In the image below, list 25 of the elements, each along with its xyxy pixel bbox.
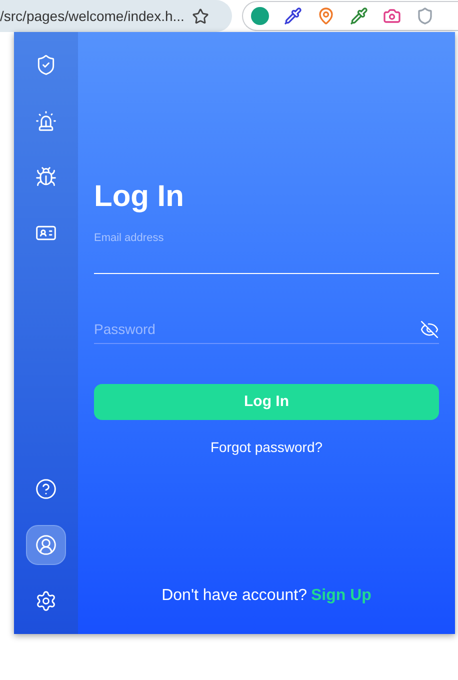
password-placeholder: Password: [94, 320, 156, 339]
shield-icon[interactable]: [416, 7, 434, 25]
siren-icon: [35, 110, 57, 132]
eye-off-icon[interactable]: [420, 320, 439, 339]
help-icon: [35, 478, 57, 500]
pin-icon[interactable]: [317, 7, 335, 25]
forgot-password-link[interactable]: Forgot password?: [210, 437, 323, 458]
settings-icon: [35, 590, 57, 612]
signup-prompt: Don't have account?: [162, 586, 307, 606]
login-title: Log In: [94, 182, 185, 212]
password-field[interactable]: Password: [94, 316, 439, 344]
star-icon[interactable]: [192, 8, 210, 24]
address-bar[interactable]: /src/pages/welcome/index.h...: [0, 0, 232, 32]
login-button[interactable]: Log In: [94, 384, 439, 420]
sidebar-item[interactable]: [26, 525, 66, 565]
email-field[interactable]: Email address: [94, 230, 439, 274]
address-text: /src/pages/welcome/index.h...: [0, 6, 184, 26]
dropper-icon[interactable]: [350, 7, 368, 25]
shield-check-icon: [35, 54, 57, 76]
dropper-icon[interactable]: [284, 7, 302, 25]
signup-link[interactable]: Sign Up: [310, 584, 372, 608]
email-label: Email address: [94, 231, 165, 246]
camera-icon[interactable]: [383, 7, 401, 25]
bug-icon: [35, 166, 57, 188]
user-icon: [35, 534, 57, 556]
